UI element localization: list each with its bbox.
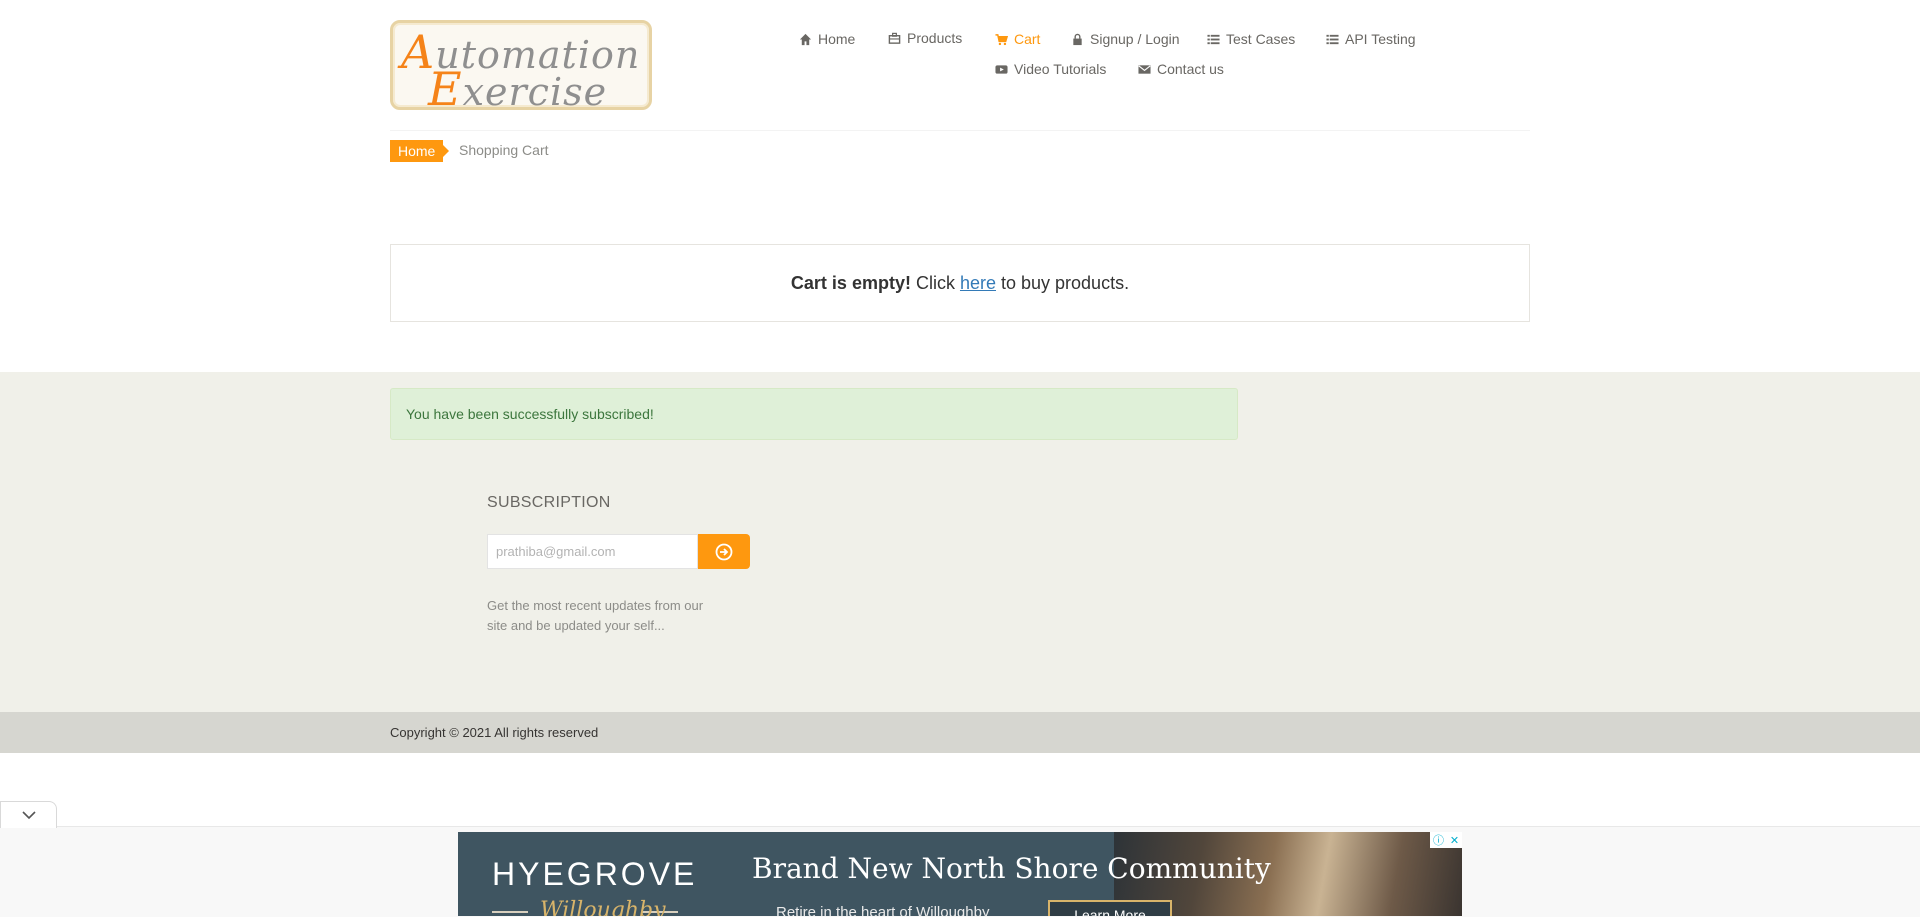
nav-home[interactable]: Home (799, 31, 855, 47)
breadcrumb-home[interactable]: Home (390, 140, 450, 162)
empty-cart-click-text: Click (915, 272, 955, 293)
nav-cart[interactable]: Cart (995, 31, 1040, 47)
ad-sub-brand: Willoughby (540, 898, 666, 916)
chevron-down-icon (21, 811, 36, 820)
nav-signup-login-label: Signup / Login (1090, 31, 1180, 47)
list-icon (1207, 34, 1220, 44)
nav-products[interactable]: Products (888, 30, 962, 46)
cart-icon (995, 33, 1008, 45)
nav-video-tutorials[interactable]: Video Tutorials (995, 61, 1106, 77)
envelope-icon (1138, 64, 1151, 74)
home-icon (799, 33, 812, 45)
products-icon (888, 32, 901, 44)
youtube-icon (995, 64, 1008, 74)
header-divider (390, 130, 1530, 131)
nav-video-tutorials-label: Video Tutorials (1014, 61, 1107, 77)
ad-learn-more-button[interactable]: Learn More (1048, 900, 1172, 916)
copyright-text: Copyright © 2021 All rights reserved (390, 725, 599, 740)
site-logo[interactable]: Automation Exercise (390, 20, 652, 116)
logo-line-2: Exercise (428, 62, 608, 116)
arrow-circle-right-icon (715, 543, 733, 560)
list-icon (1326, 34, 1339, 44)
ad-close-icon[interactable]: ✕ (1450, 834, 1459, 847)
nav-test-cases-label: Test Cases (1226, 31, 1296, 47)
subscribe-button[interactable] (698, 534, 750, 569)
subscription-email-input[interactable] (487, 534, 698, 569)
ad-info-icon[interactable]: ⓘ (1433, 832, 1444, 848)
nav-api-testing[interactable]: API Testing (1326, 31, 1416, 47)
buy-products-link[interactable]: here (960, 273, 996, 294)
nav-signup-login[interactable]: Signup / Login (1071, 31, 1180, 47)
ad-collapse-button[interactable] (0, 801, 57, 828)
lock-icon (1073, 33, 1082, 45)
empty-cart-message: Cart is empty! Click here to buy product… (390, 244, 1530, 322)
nav-products-label: Products (907, 30, 963, 46)
ad-headline: Brand New North Shore Community (752, 852, 1271, 885)
nav-api-testing-label: API Testing (1345, 31, 1416, 47)
subscription-description: Get the most recent updates from our sit… (487, 598, 704, 633)
subscription-title: SUBSCRIPTION (487, 494, 611, 511)
copyright-bar (0, 712, 1920, 753)
nav-home-label: Home (818, 31, 856, 47)
empty-cart-tail-text: to buy products. (1001, 272, 1130, 293)
nav-cart-label: Cart (1014, 31, 1041, 47)
nav-test-cases[interactable]: Test Cases (1207, 31, 1295, 47)
empty-cart-title: Cart is empty! (790, 272, 911, 293)
ad-tagline: Retire in the heart of Willoughby (776, 904, 990, 916)
subscribe-success-alert: You have been successfully subscribed! (390, 388, 1238, 440)
ad-controls: ⓘ ✕ (1430, 832, 1462, 848)
ad-banner[interactable]: HYEGROVE Willoughby Brand New North Shor… (458, 832, 1462, 916)
ad-brand: HYEGROVE (492, 856, 698, 892)
nav-contact-us[interactable]: Contact us (1138, 61, 1224, 77)
nav-contact-us-label: Contact us (1157, 61, 1224, 77)
breadcrumb-current: Shopping Cart (459, 142, 549, 158)
